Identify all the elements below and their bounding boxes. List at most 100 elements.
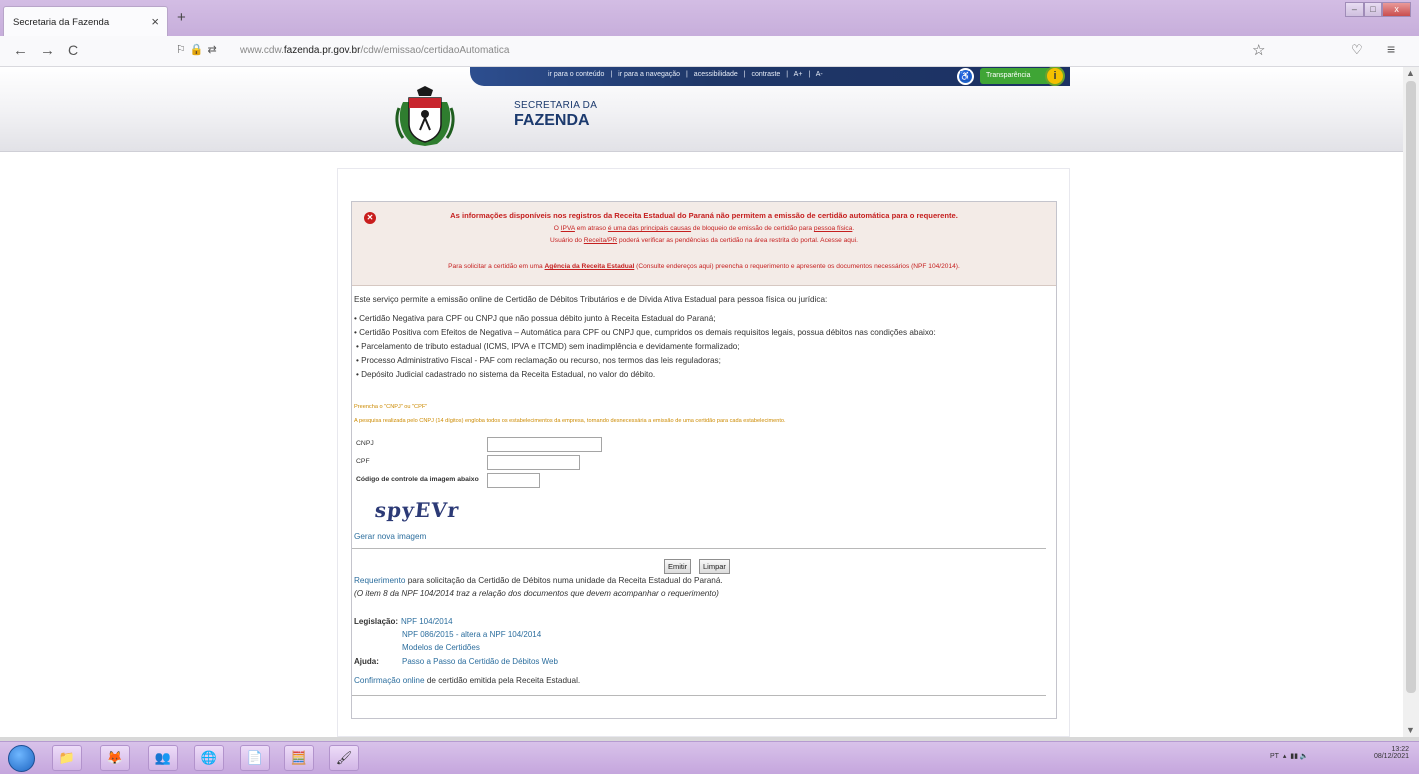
legislation-label: Legislação: [354,617,399,626]
skip-to-navigation-link[interactable]: ir para a navegação [618,71,680,78]
forward-icon[interactable]: → [40,42,55,59]
causes-link[interactable]: é uma das principais causas [608,225,691,232]
scroll-down-icon[interactable]: ▼ [1406,725,1415,735]
alert-line-agency: Para solicitar a certidão em uma Agência… [448,263,960,270]
browser-titlebar: Secretaria da Fazenda × + – □ x [0,0,1419,36]
start-button[interactable] [8,745,35,772]
separator: | [808,71,811,78]
site-header: ir para o conteúdo | ir para a navegação… [0,67,1403,152]
accessibility-link[interactable]: acessibilidade [694,71,738,78]
file-explorer-icon[interactable]: 📁 [52,745,82,771]
bookmark-star-icon[interactable]: ☆ [1252,41,1265,59]
captcha-code-input[interactable] [487,473,540,488]
online-confirmation-link[interactable]: Confirmação online [354,676,425,685]
transparency-link[interactable]: Transparência [980,68,1051,84]
individual-link[interactable]: pessoa física [814,225,852,232]
cpf-label: CPF [356,458,370,465]
service-intro: Este serviço permite a emissão online de… [354,295,828,304]
document-icon[interactable]: 📄 [240,745,270,771]
divider [352,695,1046,696]
alert-title: As informações disponíveis nos registros… [450,211,958,220]
error-alert: ✕ As informações disponíveis nos registr… [352,202,1056,286]
certificate-panel: ✕ As informações disponíveis nos registr… [351,201,1057,719]
clock-date: 08/12/2021 [1373,753,1409,760]
cnpj-label: CNPJ [356,440,374,447]
calculator-icon[interactable]: 🧮 [284,745,314,771]
tray-icons[interactable]: PT ▴ ▮▮ 🔈 [1270,752,1309,760]
windows-taskbar: 📁 🦊 👥 🌐 📄 🧮 🖌 PT ▴ ▮▮ 🔈 13:22 08/12/2021 [0,741,1419,774]
pocket-icon[interactable]: ♡ [1351,42,1363,58]
divider [352,548,1046,549]
separator: | [786,71,789,78]
bullet-paf: • Processo Administrativo Fiscal - PAF c… [356,356,721,365]
contrast-link[interactable]: contraste [752,71,781,78]
requirement-note: (O item 8 da NPF 104/2014 traz a relação… [354,589,719,598]
scroll-up-icon[interactable]: ▲ [1406,68,1415,78]
receita-pr-link[interactable]: Receita/PR [584,237,617,244]
certificate-models-link[interactable]: Modelos de Certidões [402,643,480,652]
requirement-link[interactable]: Requerimento [354,576,405,585]
system-clock[interactable]: 13:22 08/12/2021 [1374,746,1409,760]
bullet-deposit: • Depósito Judicial cadastrado no sistem… [356,370,656,379]
npf-086-link[interactable]: NPF 086/2015 - altera a NPF 104/2014 [402,630,541,639]
new-tab-button[interactable]: + [177,9,186,26]
cnpj-input[interactable] [487,437,602,452]
alert-line-ipva: O IPVA em atraso é uma das principais ca… [553,225,855,232]
window-controls: – □ x [1345,2,1412,17]
bullet-negative: • Certidão Negativa para CPF ou CNPJ que… [354,314,716,323]
browser-navbar: ← → C ⚐🔒⇄ www.cdw.fazenda.pr.gov.br/cdw/… [0,36,1419,67]
firefox-icon[interactable]: 🦊 [100,745,130,771]
chrome-icon[interactable]: 🌐 [194,745,224,771]
vertical-scrollbar[interactable]: ▲ ▼ [1403,67,1419,737]
maximize-button[interactable]: □ [1363,2,1383,17]
clear-button[interactable]: Limpar [699,559,730,574]
font-increase-link[interactable]: A+ [794,71,803,78]
scrollbar-thumb[interactable] [1406,81,1416,693]
separator: | [743,71,746,78]
content-card: ✕ As informações disponíveis nos registr… [337,168,1070,737]
agency-link[interactable]: Agência da Receita Estadual [545,263,635,270]
tab-title: Secretaria da Fazenda [13,17,110,28]
new-image-link[interactable]: Gerar nova imagem [354,532,426,541]
back-icon[interactable]: ← [13,42,28,59]
fill-hint: Preencha o "CNPJ" ou "CPF" [354,404,428,410]
address-bar[interactable]: ⚐🔒⇄ www.cdw.fazenda.pr.gov.br/cdw/emissa… [170,41,1280,63]
ipva-link[interactable]: IPVA [561,225,575,232]
tab-close-icon[interactable]: × [151,14,159,29]
skip-to-content-link[interactable]: ir para o conteúdo [548,71,604,78]
cnpj-hint: A pesquisa realizada pelo CNPJ (14 dígit… [354,418,786,424]
font-decrease-link[interactable]: A- [816,71,823,78]
cpf-input[interactable] [487,455,580,470]
window-close-button[interactable]: x [1382,2,1412,17]
browser-tab[interactable]: Secretaria da Fazenda × [3,6,168,36]
brand-title: FAZENDA [514,112,590,129]
users-app-icon[interactable]: 👥 [148,745,178,771]
captcha-image: spyEVr [373,498,461,522]
bullet-installment: • Parcelamento de tributo estadual (ICMS… [356,342,740,351]
language-indicator[interactable]: PT [1270,753,1279,760]
site-info-icons[interactable]: ⚐🔒⇄ [176,43,221,56]
accessibility-bar: ir para o conteúdo | ir para a navegação… [470,67,1070,86]
help-label: Ajuda: [354,657,379,666]
parana-coat-of-arms-logo [395,86,455,146]
page-viewport: ir para o conteúdo | ir para a navegação… [0,67,1403,737]
paint-icon[interactable]: 🖌 [329,745,359,771]
alert-line-portal: Usuário do Receita/PR poderá verificar a… [550,237,858,244]
step-by-step-link[interactable]: Passo a Passo da Certidão de Débitos Web [402,657,558,666]
separator: | [686,71,688,78]
brand-subtitle: SECRETARIA DA [514,100,598,111]
clock-time: 13:22 [1391,746,1409,753]
requirement-text: Requerimento para solicitação da Certidã… [354,576,723,585]
menu-icon[interactable]: ≡ [1387,41,1395,57]
separator: | [610,71,613,78]
bullet-positive: • Certidão Positiva com Efeitos de Negat… [354,328,936,337]
captcha-code-label: Código de controle da imagem abaixo [356,476,479,483]
accessibility-icon[interactable]: ♿ [957,68,974,85]
minimize-button[interactable]: – [1345,2,1364,17]
emit-button[interactable]: Emitir [664,559,692,574]
reload-icon[interactable]: C [68,42,78,58]
url-text[interactable]: www.cdw.fazenda.pr.gov.br/cdw/emissao/ce… [240,45,509,56]
npf-104-link[interactable]: NPF 104/2014 [401,617,453,626]
confirmation-text: Confirmação online de certidão emitida p… [354,676,581,685]
info-icon[interactable]: i [1045,67,1065,86]
